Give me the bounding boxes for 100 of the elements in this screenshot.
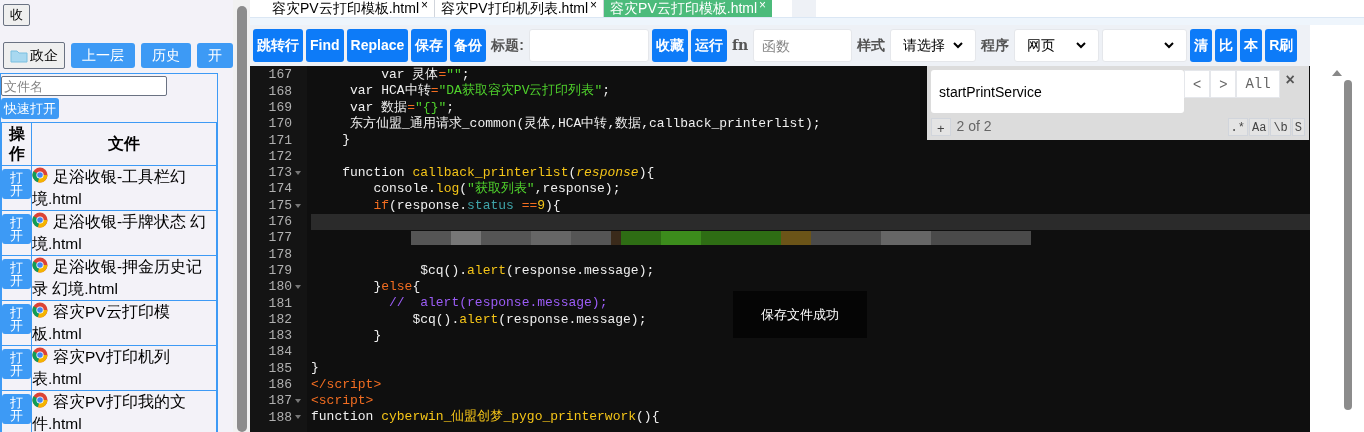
file-cell[interactable]: 足浴收银-手牌状态 幻境.html [31, 210, 217, 256]
code-token: callback_printerlist [412, 164, 569, 181]
open-button[interactable]: 打开 [2, 259, 31, 289]
all-button[interactable]: All [1236, 70, 1280, 98]
code-token: 9 [537, 197, 546, 214]
browser-icon [32, 257, 48, 273]
scroll-up-icon[interactable] [1332, 70, 1342, 76]
open-button[interactable]: 打开 [2, 169, 31, 199]
collapse-button[interactable]: 收 [3, 3, 30, 26]
file-cell[interactable]: 足浴收银-押金历史记录 幻境.html [31, 255, 217, 301]
code-token: } [341, 132, 350, 149]
close-button[interactable]: × [1285, 70, 1295, 90]
open-button[interactable]: 打开 [2, 349, 31, 379]
close-icon[interactable]: × [421, 0, 429, 10]
option-toggle[interactable]: S [1291, 117, 1305, 136]
code-token: "获取列表" [467, 181, 535, 198]
browser-icon [32, 212, 48, 228]
code-token: } [372, 279, 382, 295]
toolbar-button[interactable]: 本 [1240, 29, 1263, 62]
toolbar-button[interactable]: 备份 [450, 29, 487, 62]
line-number: 175 [268, 196, 292, 215]
code-token: cyberwin_仙盟创梦_pygo_printerwork [381, 409, 637, 426]
code-token: 东方仙盟_通用请求_common(灵体,HCA中转,数据,callback_printerlist); [349, 116, 821, 133]
fold-icon[interactable] [295, 285, 301, 289]
next-button[interactable]: > [1210, 70, 1237, 98]
code-token: $cq(). [419, 262, 468, 279]
style-label: 样式 [856, 36, 887, 55]
code-token: alert [459, 311, 499, 328]
option-toggle[interactable]: .* [1227, 117, 1248, 136]
code-token: (response. [389, 197, 468, 214]
browser-icon [32, 347, 48, 363]
file-cell[interactable]: 容灾PV云打印模板.html [31, 300, 217, 346]
line-number: 173 [268, 164, 292, 183]
toolbar-button[interactable]: 运行 [690, 29, 727, 62]
fold-icon[interactable] [295, 399, 301, 404]
program-label: 程序 [979, 36, 1011, 55]
search-field[interactable]: startPrintService [931, 70, 1184, 113]
program-select[interactable]: 网页 [1014, 29, 1100, 62]
code-token: var HCA中转 [349, 83, 431, 100]
toolbar-button[interactable]: 收藏 [651, 29, 688, 62]
option-toggle[interactable]: \b [1270, 117, 1291, 136]
code-token: ; [602, 83, 611, 100]
code-token: $cq(). [411, 311, 460, 328]
fold-icon[interactable] [295, 170, 301, 175]
column-header: 文件 [31, 122, 217, 166]
code-token: (){ [636, 409, 660, 426]
toolbar-button[interactable]: 清 [1190, 29, 1213, 62]
code-token: response [576, 164, 639, 181]
toolbar-button[interactable]: 跳转行 [253, 29, 303, 62]
toolbar-button[interactable]: 保存 [411, 29, 448, 62]
code-token: function [311, 409, 375, 426]
toolbar-button[interactable]: Find [306, 29, 344, 62]
nav-button[interactable]: 上一层 [71, 43, 135, 68]
code-token: // alert(response.message); [388, 295, 608, 312]
nav-button[interactable]: 历史 [141, 43, 191, 68]
open-button[interactable]: 打开 [2, 394, 31, 424]
filename-field[interactable]: 文件名 [1, 76, 167, 96]
code-token: } [311, 360, 319, 377]
toast-message: 保存文件成功 [733, 291, 867, 338]
line-number: 186 [268, 376, 292, 395]
code-token: ; [446, 99, 455, 116]
scrollbar-thumb[interactable] [236, 6, 247, 432]
function-field[interactable]: 函数 [753, 29, 853, 62]
add-button[interactable]: + [931, 117, 951, 136]
style-select[interactable]: 请选择 [890, 29, 977, 62]
tab-label: 容灾PV云打印模板.html [272, 0, 419, 17]
option-toggle[interactable]: Aa [1249, 117, 1270, 136]
file-cell[interactable]: 容灾PV打印我的文件.html [31, 390, 217, 432]
toolbar-button[interactable]: R刷 [1265, 29, 1298, 62]
toolbar-button[interactable]: 比 [1215, 29, 1238, 62]
code-token: "{}" [415, 99, 447, 116]
line-number: 180 [268, 278, 292, 297]
line-number: 183 [268, 327, 292, 346]
code-token: ,response); [534, 181, 621, 198]
file-cell[interactable]: 容灾PV打印机列表.html [31, 345, 217, 391]
browser-icon [32, 392, 48, 408]
toolbar-button[interactable]: Replace [346, 29, 409, 62]
line-number: 176 [268, 213, 292, 232]
folder-button[interactable]: 政企 [3, 42, 65, 69]
open-button[interactable]: 打开 [2, 304, 31, 334]
close-icon[interactable]: × [590, 0, 598, 10]
code-token: var 灵体 [380, 67, 439, 83]
fold-icon[interactable] [295, 415, 301, 420]
chevron-down-icon [953, 42, 964, 49]
code-token: status [467, 197, 514, 214]
title-field[interactable] [528, 29, 649, 62]
nav-button[interactable]: 开 [197, 43, 233, 68]
chevron-down-icon [1076, 42, 1087, 49]
title-label: 标题: [490, 36, 525, 55]
file-cell[interactable]: 足浴收银-工具栏幻境.html [31, 165, 217, 211]
scrollbar-thumb[interactable] [1344, 80, 1352, 410]
line-number: 184 [268, 343, 292, 362]
quick-open-button[interactable]: 快速打开 [1, 98, 59, 120]
line-number: 181 [268, 294, 292, 313]
open-button[interactable]: 打开 [2, 214, 31, 244]
code-token: (response.message); [506, 262, 655, 279]
code-token: ){ [638, 164, 655, 181]
line-number: 177 [268, 229, 292, 248]
fold-icon[interactable] [295, 203, 301, 208]
previous-button[interactable]: < [1184, 70, 1211, 98]
